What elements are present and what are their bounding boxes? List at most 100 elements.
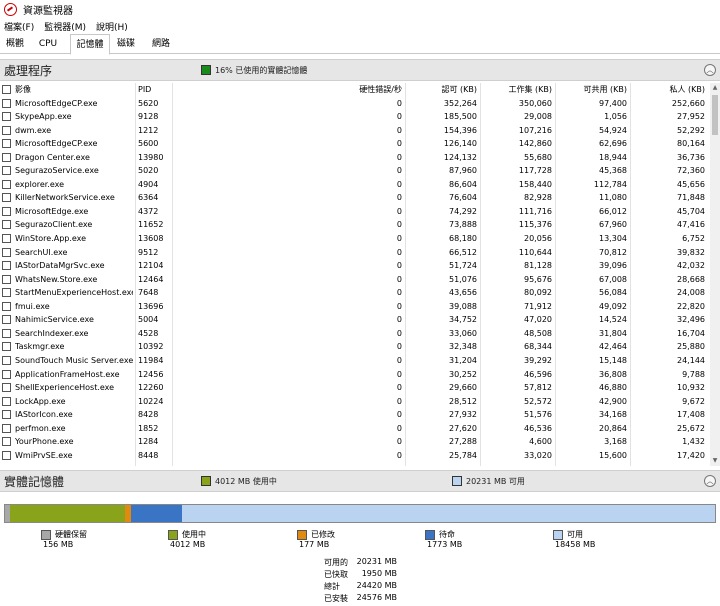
row-checkbox[interactable] <box>2 315 11 325</box>
table-row[interactable]: ApplicationFrameHost.exe 12456 0 30,252 46,5… <box>0 368 710 382</box>
scrollbar-thumb[interactable] <box>712 95 718 135</box>
table-row[interactable]: dwm.exe 1212 0 154,396 107,216 54,924 52,292 <box>0 124 710 138</box>
table-row[interactable]: SearchUI.exe 9512 0 66,512 110,644 70,812 39,8… <box>0 246 710 260</box>
column-header-private[interactable]: 私人 (KB) <box>630 83 708 97</box>
table-row[interactable]: ShellExperienceHost.exe 12260 0 29,660 57,81… <box>0 381 710 395</box>
row-checkbox[interactable] <box>2 179 11 189</box>
cell-commit: 28,512 <box>449 396 477 406</box>
table-row[interactable]: KillerNetworkService.exe 6364 0 76,604 82,92… <box>0 191 710 205</box>
cell-commit: 27,620 <box>449 423 477 433</box>
table-row[interactable]: IAStorDataMgrSvc.exe 12104 0 51,724 81,128 39… <box>0 259 710 273</box>
table-row[interactable]: SegurazoClient.exe 11652 0 73,888 115,376 67,… <box>0 218 710 232</box>
cell-hard-faults: 0 <box>396 328 402 338</box>
table-row[interactable]: IAStorIcon.exe 8428 0 27,932 51,576 34,168 17,… <box>0 408 710 422</box>
table-row[interactable]: SkypeApp.exe 9128 0 185,500 29,008 1,056 27,95… <box>0 110 710 124</box>
table-row[interactable]: NahimicService.exe 5004 0 34,752 47,020 14,52… <box>0 313 710 327</box>
row-checkbox[interactable] <box>2 152 11 162</box>
scroll-down-icon[interactable]: ▼ <box>710 456 720 466</box>
row-checkbox[interactable] <box>2 410 11 420</box>
table-row[interactable]: MicrosoftEdgeCP.exe 5600 0 126,140 142,860 62… <box>0 137 710 151</box>
cell-pid: 10392 <box>138 342 164 352</box>
table-row[interactable]: YourPhone.exe 1284 0 27,288 4,600 3,168 1,432 <box>0 435 710 449</box>
row-checkbox[interactable] <box>2 383 11 393</box>
physical-memory-section-header[interactable]: 實體記憶體 4012 MB 使用中 20231 MB 可用 ︿ <box>0 470 720 492</box>
cell-hard-faults: 0 <box>396 301 402 311</box>
row-checkbox[interactable] <box>2 288 11 298</box>
column-header-pid[interactable]: PID <box>138 83 172 97</box>
row-checkbox[interactable] <box>2 247 11 257</box>
table-row[interactable]: SoundTouch Music Server.exe 11984 0 31,204 3… <box>0 354 710 368</box>
cell-shareable: 97,400 <box>599 98 627 108</box>
row-checkbox[interactable] <box>2 274 11 284</box>
table-row[interactable]: Dragon Center.exe 13980 0 124,132 55,680 18,9… <box>0 151 710 165</box>
cell-private: 71,848 <box>677 193 705 203</box>
process-table-scrollbar[interactable]: ▲ ▼ <box>710 83 720 466</box>
collapse-icon[interactable]: ︿ <box>704 475 716 487</box>
row-checkbox[interactable] <box>2 423 11 433</box>
tab-network[interactable]: 網路 <box>146 37 176 54</box>
table-row[interactable]: explorer.exe 4904 0 86,604 158,440 112,784 45,… <box>0 178 710 192</box>
processes-section-header[interactable]: 處理程序 16% 已使用的實體記憶體 ︿ <box>0 59 720 81</box>
row-checkbox[interactable] <box>2 369 11 379</box>
menu-file[interactable]: 檔案(F) <box>0 20 38 33</box>
table-row[interactable]: Taskmgr.exe 10392 0 32,348 68,344 42,464 25,88… <box>0 340 710 354</box>
table-row[interactable]: fmui.exe 13696 0 39,088 71,912 49,092 22,820 <box>0 300 710 314</box>
cell-shareable: 11,080 <box>599 193 627 203</box>
select-all-checkbox[interactable] <box>2 85 11 94</box>
row-checkbox[interactable] <box>2 112 11 122</box>
cell-working-set: 115,376 <box>518 220 552 230</box>
row-checkbox[interactable] <box>2 437 11 447</box>
row-checkbox[interactable] <box>2 125 11 135</box>
table-row[interactable]: LockApp.exe 10224 0 28,512 52,572 42,900 9,672 <box>0 395 710 409</box>
tab-cpu[interactable]: CPU <box>33 37 63 54</box>
table-row[interactable]: WinStore.App.exe 13608 0 68,180 20,056 13,304… <box>0 232 710 246</box>
row-checkbox[interactable] <box>2 98 11 108</box>
row-checkbox[interactable] <box>2 220 11 230</box>
cell-private: 42,032 <box>677 261 705 271</box>
row-checkbox[interactable] <box>2 328 11 338</box>
cell-image: LockApp.exe <box>15 396 66 406</box>
row-checkbox[interactable] <box>2 450 11 460</box>
row-checkbox[interactable] <box>2 355 11 365</box>
column-header-working-set[interactable]: 工作集 (KB) <box>480 83 555 97</box>
column-header-image[interactable]: 影像 <box>15 83 133 97</box>
table-row[interactable]: SegurazoService.exe 5020 0 87,960 117,728 45,… <box>0 164 710 178</box>
row-checkbox[interactable] <box>2 166 11 176</box>
cell-pid: 13696 <box>138 301 164 311</box>
table-row[interactable]: MicrosoftEdge.exe 4372 0 74,292 111,716 66,01… <box>0 205 710 219</box>
table-row[interactable]: WmiPrvSE.exe 8448 0 25,784 33,020 15,600 17,42… <box>0 449 710 463</box>
cell-shareable: 15,600 <box>599 450 627 460</box>
cell-pid: 10224 <box>138 396 164 406</box>
menu-monitor[interactable]: 監視器(M) <box>40 20 90 33</box>
tab-overview[interactable]: 概觀 <box>0 37 30 54</box>
collapse-icon[interactable]: ︿ <box>704 64 716 76</box>
row-checkbox[interactable] <box>2 301 11 311</box>
memory-usage-text: 16% 已使用的實體記憶體 <box>215 66 308 75</box>
column-header-shareable[interactable]: 可共用 (KB) <box>555 83 630 97</box>
row-checkbox[interactable] <box>2 234 11 243</box>
cell-working-set: 111,716 <box>518 206 552 216</box>
column-header-hard-faults[interactable]: 硬性錯誤/秒 <box>180 83 405 97</box>
row-checkbox[interactable] <box>2 139 11 149</box>
row-checkbox[interactable] <box>2 261 11 271</box>
cell-commit: 27,932 <box>449 410 477 420</box>
menu-help[interactable]: 說明(H) <box>92 20 132 33</box>
row-checkbox[interactable] <box>2 193 11 203</box>
cell-pid: 9512 <box>138 247 159 257</box>
column-header-commit[interactable]: 認可 (KB) <box>405 83 480 97</box>
tab-disk[interactable]: 磁碟 <box>112 37 140 54</box>
summary-value: 20231 MB <box>356 557 397 566</box>
scroll-up-icon[interactable]: ▲ <box>710 83 720 93</box>
table-row[interactable]: SearchIndexer.exe 4528 0 33,060 48,508 31,804… <box>0 327 710 341</box>
row-checkbox[interactable] <box>2 396 11 406</box>
table-row[interactable]: MicrosoftEdgeCP.exe 5620 0 352,264 350,060 97… <box>0 97 710 111</box>
row-checkbox[interactable] <box>2 342 11 352</box>
cell-image: KillerNetworkService.exe <box>15 193 115 203</box>
row-checkbox[interactable] <box>2 206 11 216</box>
table-row[interactable]: perfmon.exe 1852 0 27,620 46,536 20,864 25,672 <box>0 422 710 436</box>
table-row[interactable]: StartMenuExperienceHost.exe 7648 0 43,656 80… <box>0 286 710 300</box>
tab-memory[interactable]: 記憶體 <box>70 34 110 55</box>
table-row[interactable]: WhatsNew.Store.exe 12464 0 51,076 95,676 67,0… <box>0 273 710 287</box>
cell-working-set: 48,508 <box>524 328 552 338</box>
cell-private: 32,496 <box>677 315 705 325</box>
